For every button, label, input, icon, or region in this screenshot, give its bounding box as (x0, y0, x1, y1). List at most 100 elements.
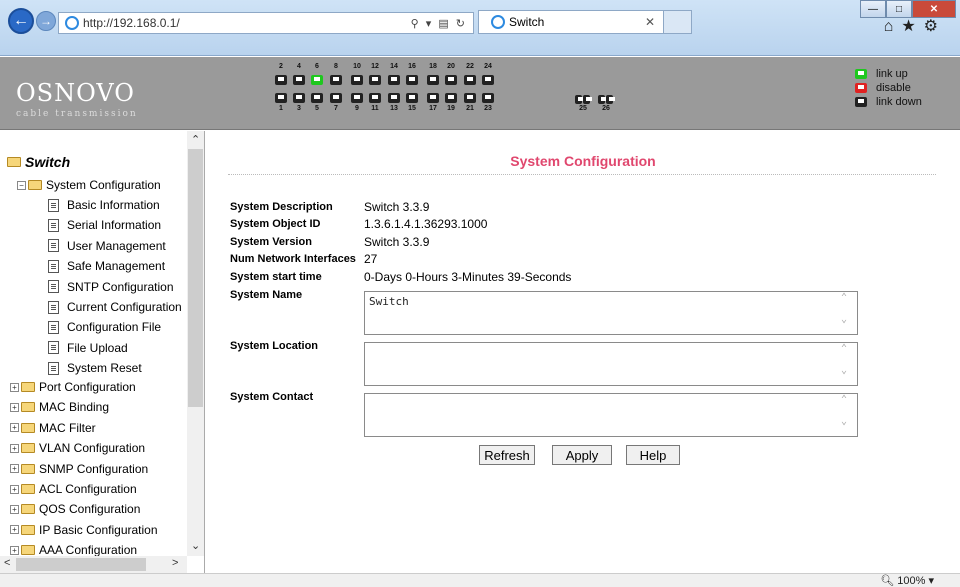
port-label: 9 (355, 105, 359, 112)
expand-icon[interactable]: + (10, 402, 19, 412)
tree-system-configuration[interactable]: − System Configuration (17, 175, 161, 195)
new-tab-button[interactable] (664, 10, 692, 34)
tree-item-file-upload[interactable]: File Upload (48, 338, 128, 358)
apply-button[interactable]: Apply (552, 445, 612, 465)
search-refresh-icons[interactable]: ⚲ ▾ ▤ ↻ (411, 17, 467, 30)
sidebar-hscroll-thumb[interactable] (16, 558, 146, 571)
port-label: 19 (447, 105, 455, 112)
logo-subtitle: cable transmission (16, 109, 138, 119)
port-2-icon (275, 75, 287, 85)
document-icon (48, 361, 59, 375)
tree-item-label: System Configuration (46, 178, 161, 192)
folder-icon (21, 463, 35, 474)
field-value: Switch 3.3.9 (364, 235, 430, 249)
forward-button[interactable]: → (36, 11, 56, 31)
expand-icon[interactable]: + (10, 464, 19, 474)
back-button[interactable]: ← (8, 8, 34, 34)
tree-folder-mac-binding[interactable]: + MAC Binding (10, 397, 109, 417)
document-icon (48, 280, 59, 294)
status-bar: 🔍︎ 100% ▾ (0, 573, 960, 587)
port-21-icon (464, 93, 476, 103)
port-label: 5 (315, 105, 319, 112)
scroll-down-icon[interactable]: ⌄ (191, 539, 200, 552)
minimize-icon[interactable]: — (860, 0, 886, 18)
zoom-level[interactable]: 🔍︎ 100% ▾ (880, 574, 934, 587)
textarea-scroll-icon[interactable]: ⌃ ⌄ (841, 292, 857, 334)
expand-icon[interactable]: + (10, 443, 19, 453)
port-label: 3 (297, 105, 301, 112)
browser-tools[interactable]: ⌂★⚙ (884, 16, 946, 36)
port-label: 2 (279, 63, 283, 70)
expand-icon[interactable]: + (10, 545, 19, 555)
port-label: 21 (466, 105, 474, 112)
tree-folder-port-configuration[interactable]: + Port Configuration (10, 377, 136, 397)
tree-item-configuration-file[interactable]: Configuration File (48, 317, 161, 337)
scroll-left-icon[interactable]: < (4, 557, 10, 569)
home-icon[interactable]: ⌂ (884, 18, 902, 35)
tree-item-safe-management[interactable]: Safe Management (48, 256, 165, 276)
scroll-up-icon[interactable]: ⌃ (191, 133, 200, 146)
system-name-value: Switch (369, 295, 409, 308)
tree-item-system-reset[interactable]: System Reset (48, 358, 142, 378)
expand-icon[interactable]: + (10, 504, 19, 514)
field-label: System Object ID (230, 218, 321, 230)
scroll-right-icon[interactable]: > (172, 557, 178, 569)
expand-icon[interactable]: + (10, 484, 19, 494)
sidebar-vertical-scrollbar[interactable]: ⌃ ⌄ (187, 131, 204, 556)
port-14-icon (388, 75, 400, 85)
sidebar-scroll-thumb[interactable] (188, 149, 203, 407)
textarea-scroll-icon[interactable]: ⌃ ⌄ (841, 394, 857, 436)
browser-tab[interactable]: Switch ✕ (478, 10, 664, 34)
tree-folder-qos-configuration[interactable]: + QOS Configuration (10, 499, 140, 519)
textarea-scroll-icon[interactable]: ⌃ ⌄ (841, 343, 857, 385)
tree-folder-acl-configuration[interactable]: + ACL Configuration (10, 479, 137, 499)
tree-item-label: User Management (67, 238, 166, 253)
port-9-icon (351, 93, 363, 103)
tab-close-icon[interactable]: ✕ (645, 15, 655, 29)
tree-item-serial-information[interactable]: Serial Information (48, 215, 161, 235)
tree-item-basic-information[interactable]: Basic Information (48, 195, 160, 215)
tree-item-label: QOS Configuration (39, 502, 141, 517)
tree-item-label: File Upload (67, 340, 128, 355)
expand-icon[interactable]: + (10, 423, 19, 433)
port-label: 26 (602, 105, 610, 112)
port-24-icon (482, 75, 494, 85)
port-20-icon (445, 75, 457, 85)
port-5-icon (311, 93, 323, 103)
port-7-icon (330, 93, 342, 103)
folder-icon (21, 504, 35, 515)
system-name-textarea[interactable]: Switch ⌃ ⌄ (364, 291, 858, 335)
expand-icon[interactable]: + (10, 525, 19, 535)
port-26-icon (598, 95, 607, 104)
tree-folder-vlan-configuration[interactable]: + VLAN Configuration (10, 438, 145, 458)
tree-folder-mac-filter[interactable]: + MAC Filter (10, 418, 96, 438)
refresh-button[interactable]: Refresh (479, 445, 535, 465)
tree-item-current-configuration[interactable]: Current Configuration (48, 297, 182, 317)
expand-icon[interactable]: + (10, 382, 19, 392)
port-8-icon (330, 75, 342, 85)
port-label: 8 (334, 63, 338, 70)
port-3-icon (293, 93, 305, 103)
tree-root-switch[interactable]: Switch (7, 152, 70, 172)
port-label: 15 (408, 105, 416, 112)
link-down-icon (855, 96, 867, 107)
system-name-label: System Name (230, 289, 303, 301)
folder-icon (21, 443, 35, 454)
tree-item-sntp-configuration[interactable]: SNTP Configuration (48, 277, 174, 297)
port-23-icon (482, 93, 494, 103)
legend-link-up: link up (876, 67, 908, 80)
sidebar-horizontal-scrollbar[interactable]: < > (0, 556, 187, 573)
help-button[interactable]: Help (626, 445, 680, 465)
gear-icon[interactable]: ⚙ (924, 18, 946, 35)
system-location-textarea[interactable]: ⌃ ⌄ (364, 342, 858, 386)
tree-folder-ip-basic-configuration[interactable]: + IP Basic Configuration (10, 520, 158, 540)
collapse-icon[interactable]: − (17, 180, 26, 190)
system-contact-textarea[interactable]: ⌃ ⌄ (364, 393, 858, 437)
folder-icon (21, 524, 35, 535)
folder-icon (21, 402, 35, 413)
favorites-star-icon[interactable]: ★ (901, 18, 923, 35)
address-bar[interactable]: http://192.168.0.1/ ⚲ ▾ ▤ ↻ (58, 12, 474, 34)
tree-folder-snmp-configuration[interactable]: + SNMP Configuration (10, 459, 148, 479)
port-label: 12 (371, 63, 379, 70)
tree-item-user-management[interactable]: User Management (48, 236, 166, 256)
